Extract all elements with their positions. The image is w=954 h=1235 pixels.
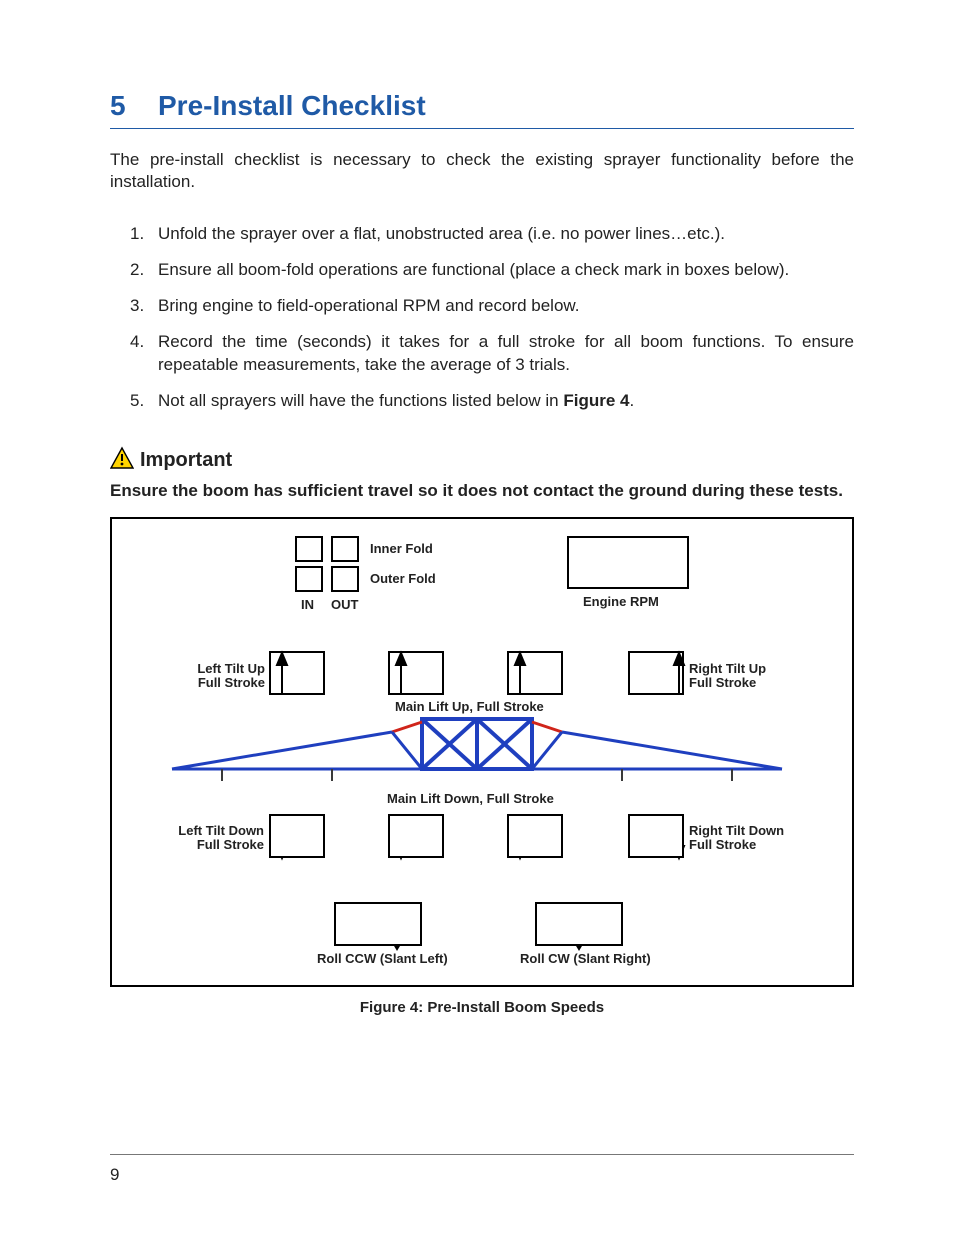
label-right-tilt-down-2: Full Stroke <box>689 837 756 852</box>
checklist-item-5: Not all sprayers will have the functions… <box>130 390 854 412</box>
input-roll-cw[interactable] <box>535 902 623 946</box>
checklist-item-4: Record the time (seconds) it takes for a… <box>130 331 854 375</box>
checklist-item-3: Bring engine to field-operational RPM an… <box>130 295 854 317</box>
checklist-item-2: Ensure all boom-fold operations are func… <box>130 259 854 281</box>
checklist-item-1: Unfold the sprayer over a flat, unobstru… <box>130 223 854 245</box>
label-roll-ccw: Roll CCW (Slant Left) <box>317 951 448 966</box>
section-number: 5 <box>110 90 130 122</box>
figure-caption: Figure 4: Pre-Install Boom Speeds <box>110 999 854 1016</box>
input-roll-ccw[interactable] <box>334 902 422 946</box>
label-left-tilt-down-2: Full Stroke <box>157 837 264 852</box>
figure-4-diagram: Inner Fold Outer Fold IN OUT Engine RPM … <box>110 517 854 987</box>
checklist: Unfold the sprayer over a flat, unobstru… <box>110 209 854 426</box>
section-title-text: Pre-Install Checklist <box>158 90 426 122</box>
important-heading-row: Important <box>110 446 854 476</box>
checklist-item-5-suffix: . <box>630 391 635 410</box>
label-main-lift-down: Main Lift Down, Full Stroke <box>387 791 554 806</box>
label-right-tilt-down-1: Right Tilt Down <box>689 823 784 838</box>
section-heading: 5 Pre-Install Checklist <box>110 90 854 129</box>
warning-icon <box>110 446 134 476</box>
input-main-lift-down-left[interactable] <box>388 814 444 858</box>
input-left-tilt-down[interactable] <box>269 814 325 858</box>
label-roll-cw: Roll CW (Slant Right) <box>520 951 651 966</box>
important-text: Ensure the boom has sufficient travel so… <box>110 480 854 503</box>
intro-paragraph: The pre-install checklist is necessary t… <box>110 149 854 193</box>
boom-schematic <box>112 519 852 987</box>
footer-rule <box>110 1154 854 1155</box>
label-left-tilt-down-1: Left Tilt Down <box>157 823 264 838</box>
input-main-lift-down-right[interactable] <box>507 814 563 858</box>
checklist-item-5-prefix: Not all sprayers will have the functions… <box>158 391 563 410</box>
checklist-item-5-figure-ref: Figure 4 <box>563 391 629 410</box>
important-heading: Important <box>140 449 232 472</box>
page-number: 9 <box>110 1165 854 1185</box>
input-right-tilt-down[interactable] <box>628 814 684 858</box>
